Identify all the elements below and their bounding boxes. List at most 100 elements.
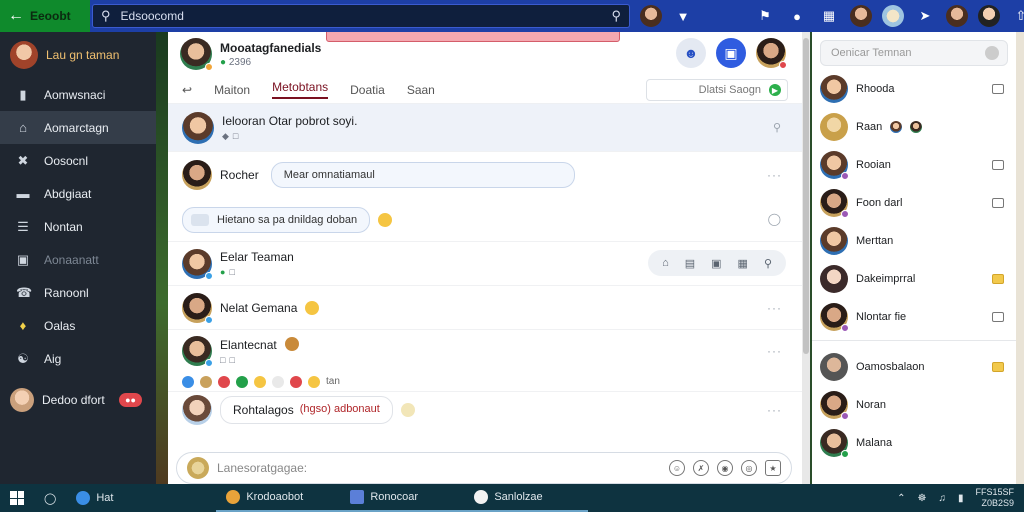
volume-icon[interactable]: ♫ [938,493,946,504]
clock[interactable]: FFS15SF Z0B2S9 [975,487,1014,509]
message-avatar[interactable] [182,248,213,280]
contact-item[interactable]: Rhooda [812,70,1016,108]
search-bar[interactable]: ⚲ Edsoocomd ⚲ [92,4,630,28]
grid-icon[interactable]: ▦ [818,5,840,27]
contact-item[interactable]: Raan [812,108,1016,146]
contact-item[interactable]: Malana [812,424,1016,462]
message-avatar[interactable] [182,160,212,190]
message-bubble[interactable]: Rohtalagos (hgso) adbonaut [220,396,393,424]
clear-search-icon[interactable] [985,46,999,60]
gif-icon[interactable]: ✗ [693,460,709,476]
header-user-avatar[interactable] [756,38,787,69]
chat-icon[interactable] [992,84,1004,94]
chat-icon[interactable] [992,312,1004,322]
reaction-icon[interactable] [182,375,194,388]
sidebar-bottom-user[interactable]: Dedoo dfort ●● [0,381,156,419]
chat-search[interactable]: Dlatsi Saogn ▶ [646,79,788,101]
taskbar-app[interactable]: Sanlolzae [464,484,589,512]
chat-scrollbar[interactable] [802,32,810,484]
search-icon[interactable]: ⚲ [764,257,772,270]
reaction-icon[interactable] [254,375,266,388]
start-button[interactable] [0,491,34,505]
sidebar-item-3[interactable]: ▬ Abdgiaat [0,177,156,210]
image-icon[interactable] [992,160,1004,170]
contact-item[interactable]: Dakeimprral [812,260,1016,298]
message-composer[interactable]: Lanesoratgagae: ☺ ✗ ◉ ◎ ★ [176,452,792,484]
clock-icon[interactable]: ◯ [768,212,782,226]
send-icon[interactable]: ➤ [914,5,936,27]
calendar-icon[interactable]: ▦ [738,257,748,270]
video-icon[interactable]: ▣ [716,38,746,68]
taskview-button[interactable]: ◯ [34,484,66,512]
document-icon[interactable]: ▤ [685,257,695,270]
more-icon[interactable]: ··· [767,344,782,358]
sidebar-item-7[interactable]: ♦ Oalas [0,309,156,342]
camera-icon[interactable]: ◎ [741,460,757,476]
contact-search[interactable]: Oenicar Temnan [820,40,1008,66]
filter-icon[interactable]: ▼ [672,5,694,27]
contact-search-input[interactable]: Oenicar Temnan [831,47,912,59]
reaction-icon[interactable] [200,375,212,388]
emoji-picker-icon[interactable]: ☺ [669,460,685,476]
composer-input[interactable]: Lanesoratgagae: [217,461,661,475]
message-row[interactable]: Rohtalagos (hgso) adbonaut ··· [168,392,802,428]
message-row[interactable]: Eelar Teaman ● □ ⌂ ▤ ▣ ▦ ⚲ [168,242,802,286]
sidebar-user[interactable]: Lau gn taman [0,32,156,78]
battery-icon[interactable]: ▮ [958,493,964,504]
contact-item[interactable]: Noran [812,386,1016,424]
message-bubble[interactable]: Hietano sa pa dnildag doban [182,206,371,233]
emoji-icon[interactable] [378,212,393,227]
message-avatar[interactable] [182,395,212,425]
emoji-icon[interactable] [284,337,299,351]
more-icon[interactable]: ··· [767,168,782,182]
chat-back-icon[interactable]: ↩ [182,83,192,97]
scrollbar-thumb[interactable] [803,38,809,354]
contact-item[interactable]: Rooian [812,146,1016,184]
message-bubble[interactable]: Mear omnatiamaul [270,162,575,188]
profile-avatar[interactable] [640,5,662,27]
contact-item[interactable]: Foon darl [812,184,1016,222]
taskbar-search[interactable]: Hat [66,484,186,512]
message-row[interactable]: Rocher Mear omnatiamaul ··· [168,152,802,198]
sidebar-item-4[interactable]: ☰ Nontan [0,210,156,243]
flag-icon[interactable]: ⚑ [754,5,776,27]
app-brand[interactable]: ← Eeoobt [0,0,90,32]
reaction-icon[interactable] [218,375,230,388]
contact-item[interactable]: Oamosbalaon [812,348,1016,386]
tab-0[interactable]: Maiton [214,83,250,97]
location-icon[interactable]: ⚲ [773,121,782,134]
emoji-icon[interactable] [400,403,415,417]
alert-banner[interactable] [326,32,620,42]
sidebar-item-1[interactable]: ⌂ Aomarctagn [0,111,156,144]
message-row[interactable]: Ielooran Otar pobrot soyi. ◆ □ ⚲ [168,104,802,152]
attach-icon[interactable]: ★ [765,460,781,476]
chat-avatar[interactable] [180,38,213,71]
image-icon[interactable]: ▣ [711,257,721,270]
sidebar-item-2[interactable]: ✖ Oosocnl [0,144,156,177]
message-avatar[interactable] [182,111,214,144]
more-icon[interactable]: ··· [767,301,782,315]
tab-3[interactable]: Saan [407,83,435,97]
account-avatar[interactable] [978,5,1000,27]
contact-item[interactable]: Merttan [812,222,1016,260]
friend-avatar[interactable] [946,5,968,27]
message-row[interactable]: Nelat Gemana ··· [168,286,802,330]
chat-icon[interactable] [992,198,1004,208]
taskbar-app[interactable]: Ronocoar [340,484,465,512]
message-icon[interactable] [992,362,1004,372]
message-icon[interactable] [992,274,1004,284]
upload-icon[interactable]: ⇧ [1010,5,1024,27]
home-icon[interactable]: ⌂ [662,257,669,269]
sidebar-item-5[interactable]: ▣ Aonaanatt [0,243,156,276]
message-row[interactable]: Elantecnat □ □ ··· [168,330,802,372]
sidebar-item-0[interactable]: ▮ Aomwsnaci [0,78,156,111]
chevron-up-icon[interactable]: ⌃ [897,493,905,504]
reaction-icon[interactable] [290,375,302,388]
sidebar-item-6[interactable]: ☎ Ranoonl [0,276,156,309]
sticker-icon[interactable]: ◉ [717,460,733,476]
reaction-icon[interactable] [236,375,248,388]
message-row[interactable]: Hietano sa pa dnildag doban ◯ [168,198,802,242]
message-avatar[interactable] [182,292,213,324]
tab-2[interactable]: Doatia [350,83,385,97]
wifi-icon[interactable]: ☸ [918,493,927,504]
